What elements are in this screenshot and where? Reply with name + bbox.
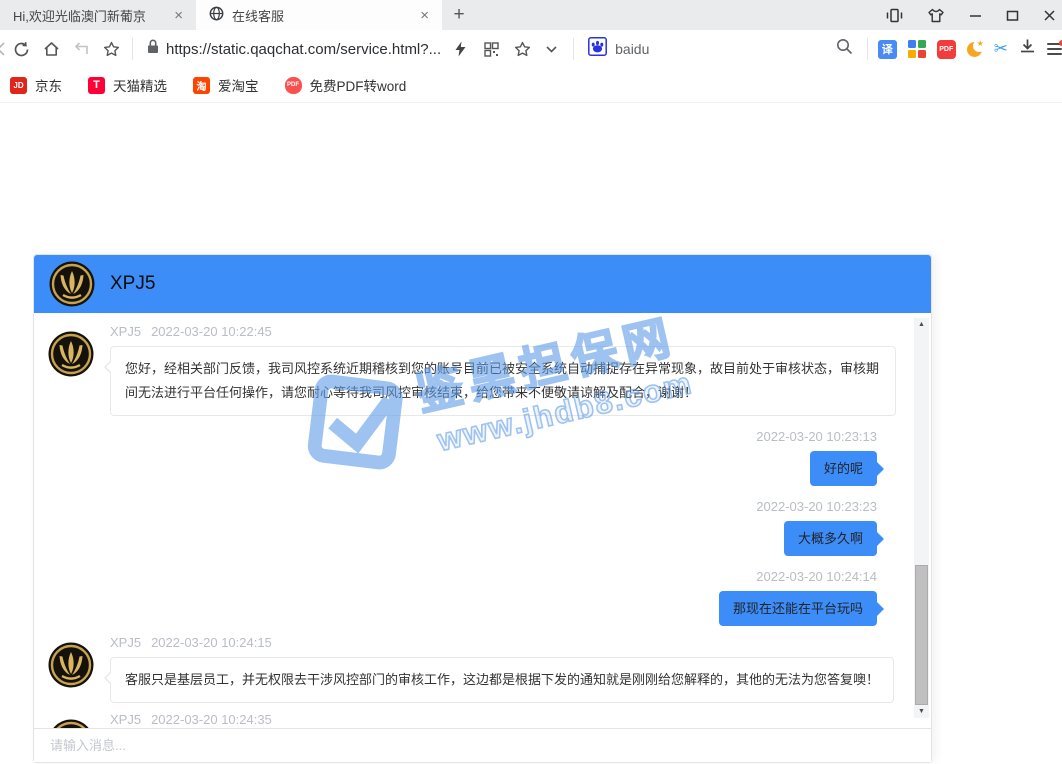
user-message: 2022-03-20 10:23:13 好的呢: [48, 429, 897, 486]
bookmark-pdf2word[interactable]: PDF 免费PDF转word: [285, 75, 407, 95]
qr-code-icon[interactable]: [479, 34, 503, 64]
bookmark-jd[interactable]: JD 京东: [10, 75, 62, 95]
menu-icon[interactable]: [1047, 43, 1062, 55]
message-meta: XPJ5 2022-03-20 10:24:15: [110, 635, 897, 650]
chat-input-bar: [34, 728, 931, 762]
tab-title: 在线客服: [232, 6, 409, 25]
xpj-logo-icon: [49, 261, 95, 307]
message-input[interactable]: [34, 729, 931, 762]
globe-favicon-icon: [209, 6, 224, 24]
home-icon[interactable]: [36, 34, 66, 64]
scrollbar-thumb[interactable]: [915, 565, 928, 705]
reload-icon[interactable]: [6, 34, 36, 64]
lock-icon: [147, 39, 159, 59]
scroll-down-icon[interactable]: ▼: [914, 705, 929, 718]
separator: [867, 38, 868, 60]
agent-avatar-icon: [48, 719, 94, 728]
search-icon[interactable]: [836, 38, 853, 60]
user-message: 2022-03-20 10:24:14 那现在还能在平台玩吗: [48, 569, 897, 626]
user-chat-bubble: 那现在还能在平台玩吗: [719, 591, 877, 626]
maximize-icon[interactable]: [1006, 9, 1019, 22]
lightning-icon[interactable]: [448, 34, 472, 64]
search-box[interactable]: baidu: [580, 37, 861, 61]
bookmark-label: 天猫精选: [113, 75, 167, 95]
agent-message: XPJ5 2022-03-20 10:24:15 客服只是基层员工，并无权限去干涉…: [48, 635, 897, 703]
browser-tool-icons: 译 PDF ★ ✂: [874, 38, 1062, 60]
tab-close-icon[interactable]: ×: [171, 7, 186, 24]
agent-avatar-icon: [48, 642, 94, 688]
message-sender: XPJ5: [110, 635, 141, 650]
message-list: XPJ5 2022-03-20 10:22:45 您好，经相关部门反馈，我司风控系…: [48, 324, 897, 728]
chat-scrollbar[interactable]: ▲ ▼: [914, 318, 929, 718]
message-sender: XPJ5: [110, 324, 141, 339]
search-engine-label[interactable]: baidu: [615, 41, 828, 57]
browser-tab-bar: Hi,欢迎光临澳门新葡京 × 在线客服 × +: [0, 0, 1062, 30]
page-content: XPJ5 鉴黑担保网 www.jhdb8.com: [0, 103, 1062, 763]
user-message: 2022-03-20 10:23:23 大概多久啊: [48, 499, 897, 556]
tmall-icon: T: [88, 77, 105, 94]
message-meta: XPJ5 2022-03-20 10:22:45: [110, 324, 897, 339]
agent-message: XPJ5 2022-03-20 10:22:45 您好，经相关部门反馈，我司风控系…: [48, 324, 897, 416]
new-tab-button[interactable]: +: [442, 0, 476, 30]
chat-message-area: 鉴黑担保网 www.jhdb8.com XPJ52022-03-20 10:22…: [34, 313, 931, 728]
url-text[interactable]: https://static.qaqchat.com/service.html?…: [166, 41, 441, 58]
tab-title: Hi,欢迎光临澳门新葡京: [13, 6, 163, 25]
screenshot-scissors-icon[interactable]: ✂: [994, 39, 1008, 59]
bookmark-label: 爱淘宝: [218, 75, 259, 95]
chat-widget: XPJ5 鉴黑担保网 www.jhdb8.com: [33, 254, 932, 763]
user-chat-bubble: 好的呢: [810, 451, 877, 486]
tab-close-icon[interactable]: ×: [417, 7, 432, 24]
pdf-tool-icon[interactable]: PDF: [937, 40, 956, 59]
agent-chat-bubble: 客服只是基层员工，并无权限去干涉风控部门的审核工作，这边都是根据下发的通知就是刚…: [110, 657, 894, 703]
pdf-icon: PDF: [285, 77, 302, 94]
undo-icon[interactable]: [66, 34, 96, 64]
agent-chat-bubble: 您好，经相关部门反馈，我司风控系统近期稽核到您的账号目前已被安全系统自动捕捉存在…: [110, 346, 896, 416]
agent-avatar-icon: [48, 331, 94, 377]
message-timestamp: 2022-03-20 10:24:14: [48, 569, 877, 584]
message-sender: XPJ5: [110, 712, 141, 727]
tab-welcome-macau[interactable]: Hi,欢迎光临澳门新葡京 ×: [0, 0, 196, 30]
chat-header: XPJ5: [34, 255, 931, 313]
chevron-down-icon[interactable]: [541, 34, 561, 64]
send-to-device-icon[interactable]: [886, 8, 903, 23]
night-mode-icon[interactable]: ★: [967, 41, 983, 57]
separator: [132, 38, 133, 60]
jd-icon: JD: [10, 77, 27, 94]
message-timestamp: 2022-03-20 10:23:23: [48, 499, 877, 514]
favorites-star-icon[interactable]: [96, 34, 126, 64]
close-window-icon[interactable]: [1043, 9, 1056, 22]
window-controls: [886, 0, 1062, 30]
message-meta: XPJ5 2022-03-20 10:24:35: [110, 712, 897, 727]
bookmarks-bar: JD 京东 T 天猫精选 淘 爱淘宝 PDF 免费PDF转word: [0, 68, 1062, 103]
bookmark-star-icon[interactable]: [510, 34, 534, 64]
message-timestamp: 2022-03-20 10:24:35: [151, 712, 272, 727]
bookmark-taobao[interactable]: 淘 爱淘宝: [193, 75, 259, 95]
separator: [573, 38, 574, 60]
message-timestamp: 2022-03-20 10:23:13: [48, 429, 877, 444]
tab-bar-spacer: [476, 0, 886, 30]
message-timestamp: 2022-03-20 10:24:15: [151, 635, 272, 650]
tab-online-service[interactable]: 在线客服 ×: [196, 0, 442, 30]
message-timestamp: 2022-03-20 10:22:45: [151, 324, 272, 339]
address-bar[interactable]: https://static.qaqchat.com/service.html?…: [139, 34, 567, 64]
taobao-icon: 淘: [193, 77, 210, 94]
download-icon[interactable]: [1019, 38, 1036, 60]
minimize-icon[interactable]: [969, 9, 982, 22]
browser-nav-bar: https://static.qaqchat.com/service.html?…: [0, 30, 1062, 68]
bookmark-label: 免费PDF转word: [310, 75, 407, 95]
scroll-up-icon[interactable]: ▲: [914, 318, 929, 331]
baidu-paw-icon: [588, 37, 607, 61]
extensions-icon[interactable]: [908, 40, 926, 58]
bookmark-tmall[interactable]: T 天猫精选: [88, 75, 167, 95]
agent-name: XPJ5: [110, 273, 155, 295]
bookmark-label: 京东: [35, 75, 62, 95]
user-chat-bubble: 大概多久啊: [784, 521, 877, 556]
skin-theme-icon[interactable]: [927, 8, 945, 23]
agent-message: XPJ52022-03-20 10:24:35 很高兴为您服务 这边还有什么能协…: [48, 712, 897, 728]
translate-icon[interactable]: 译: [878, 40, 897, 59]
